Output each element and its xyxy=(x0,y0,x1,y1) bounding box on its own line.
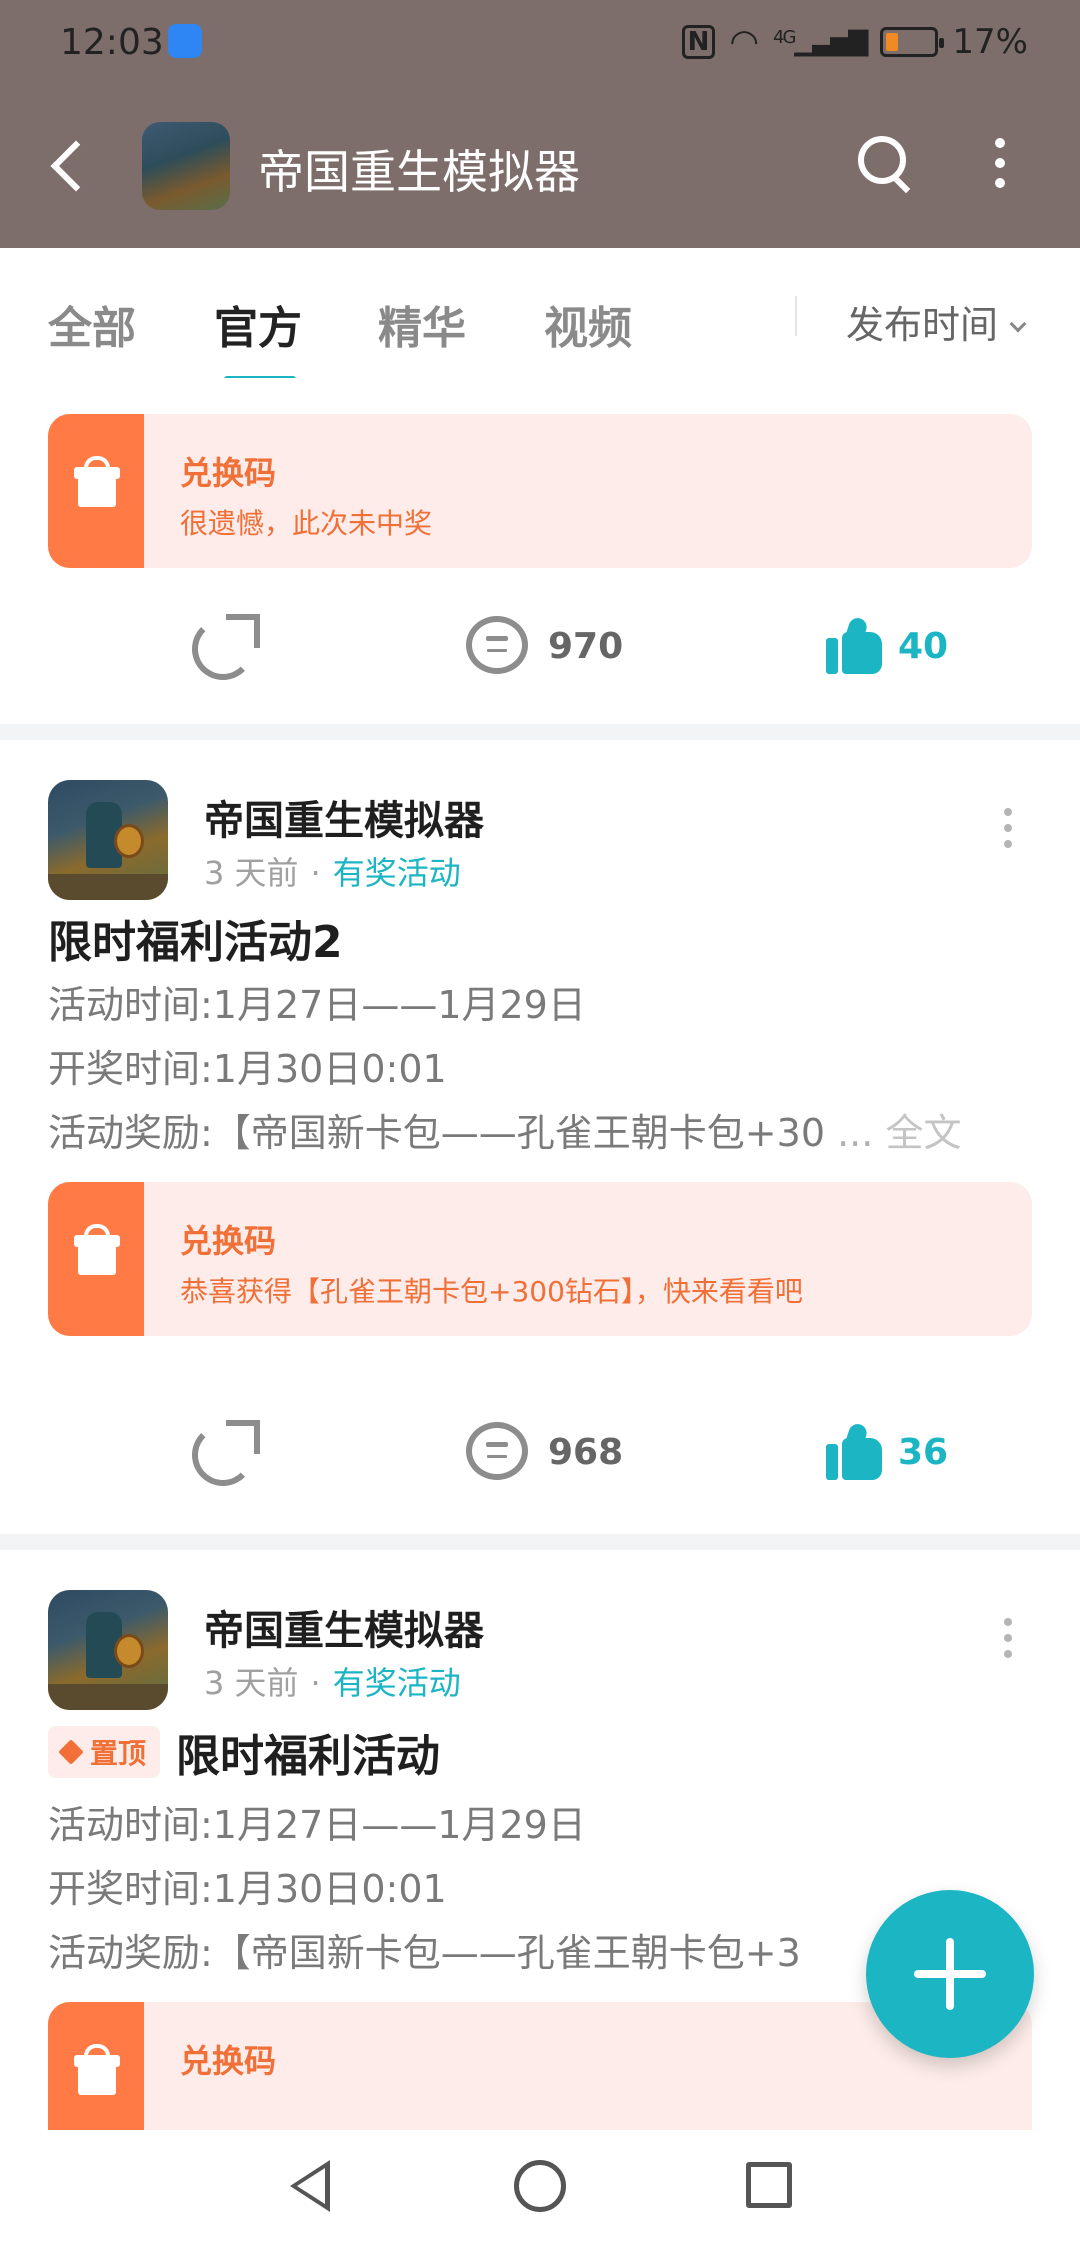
app-header: 帝国重生模拟器 xyxy=(0,86,1080,248)
chevron-down-icon xyxy=(1009,315,1027,333)
tab-official[interactable]: 官方 xyxy=(214,292,302,356)
status-bar: 12:03 N ◠ 4G▁▃▅▇ 17% xyxy=(0,0,1080,86)
status-right: N ◠ 4G▁▃▅▇ 17% xyxy=(681,22,1028,62)
post-tag[interactable]: 有奖活动 xyxy=(333,854,461,892)
post-actions: 968 36 xyxy=(0,1410,1080,1500)
prize-title: 兑换码 xyxy=(180,454,277,492)
post-body-line: 活动奖励:【帝国新卡包——孔雀王朝卡包+30 ... 全文 xyxy=(48,1111,962,1155)
signal-icon: 4G▁▃▅▇ xyxy=(773,27,868,57)
prize-title: 兑换码 xyxy=(180,2042,277,2080)
tab-video[interactable]: 视频 xyxy=(544,292,632,356)
game-logo[interactable] xyxy=(142,122,230,210)
tab-bar: 全部 官方 精华 视频 发布时间 xyxy=(0,248,1080,382)
post-time: 3 天前 xyxy=(204,854,299,892)
more-options-icon[interactable] xyxy=(990,138,1010,198)
like-icon[interactable] xyxy=(826,1421,882,1480)
tab-featured[interactable]: 精华 xyxy=(378,292,466,356)
wifi-icon: ◠ xyxy=(729,22,760,62)
gift-icon xyxy=(48,2002,144,2130)
tab-separator xyxy=(795,296,797,336)
post-body-line: 开奖时间:1月30日0:01 xyxy=(48,1867,447,1911)
comment-count[interactable]: 970 xyxy=(548,626,623,667)
comment-count[interactable]: 968 xyxy=(548,1432,623,1473)
status-time: 12:03 xyxy=(60,22,164,63)
pin-icon xyxy=(58,1739,84,1765)
top-bar: 12:03 N ◠ 4G▁▃▅▇ 17% 帝国重生模拟器 xyxy=(0,0,1080,248)
post-more-icon[interactable] xyxy=(1004,808,1014,848)
full-text-link[interactable]: 全文 xyxy=(885,1111,961,1155)
like-count[interactable]: 40 xyxy=(898,626,948,667)
like-icon[interactable] xyxy=(826,615,882,674)
post-body-line: 活动时间:1月27日——1月29日 xyxy=(48,1803,586,1847)
author-name[interactable]: 帝国重生模拟器 xyxy=(204,788,484,846)
post-time: 3 天前 xyxy=(204,1664,299,1702)
create-post-button[interactable] xyxy=(866,1890,1034,2058)
nfc-icon: N xyxy=(681,25,716,59)
sort-label: 发布时间 xyxy=(846,303,999,347)
post-feed[interactable]: 兑换码 很遗憾，此次未中奖 970 40 帝国重生模拟器 3 天前 · 有奖活动 限… xyxy=(0,378,1080,2130)
pinned-badge: 置顶 xyxy=(48,1726,161,1778)
comment-icon[interactable] xyxy=(466,1422,528,1480)
nav-recents-icon[interactable] xyxy=(746,2162,792,2208)
tab-all[interactable]: 全部 xyxy=(48,292,136,356)
post-body-line: 活动奖励:【帝国新卡包——孔雀王朝卡包+3 xyxy=(48,1931,801,1975)
post-tag[interactable]: 有奖活动 xyxy=(333,1664,461,1702)
post-body-line: 开奖时间:1月30日0:01 xyxy=(48,1047,447,1091)
prize-card[interactable]: 兑换码 恭喜获得【孔雀王朝卡包+300钻石】，快来看看吧 xyxy=(48,1182,1032,1336)
sort-dropdown[interactable]: 发布时间 xyxy=(846,294,1027,349)
post-meta: 3 天前 · 有奖活动 xyxy=(204,1664,461,1702)
author-name[interactable]: 帝国重生模拟器 xyxy=(204,1598,484,1656)
nav-home-icon[interactable] xyxy=(514,2160,566,2212)
nav-back-icon[interactable] xyxy=(290,2160,330,2212)
gift-icon xyxy=(48,1182,144,1336)
post-body-line: 活动时间:1月27日——1月29日 xyxy=(48,983,586,1027)
system-nav-bar xyxy=(0,2130,1080,2244)
post-meta: 3 天前 · 有奖活动 xyxy=(204,854,461,892)
post-card[interactable]: 帝国重生模拟器 3 天前 · 有奖活动 限时福利活动2 活动时间:1月27日——1月… xyxy=(0,740,1080,1534)
page-title: 帝国重生模拟器 xyxy=(258,145,580,199)
search-icon[interactable] xyxy=(856,134,916,194)
notification-app-icon xyxy=(168,24,202,58)
prize-title: 兑换码 xyxy=(180,1222,277,1260)
comment-icon[interactable] xyxy=(466,616,528,674)
gift-icon xyxy=(48,414,144,568)
prize-desc: 恭喜获得【孔雀王朝卡包+300钻石】，快来看看吧 xyxy=(180,1275,803,1308)
post-actions: 970 40 xyxy=(0,604,1080,694)
divider xyxy=(0,1534,1080,1550)
author-avatar[interactable] xyxy=(48,780,168,900)
post-more-icon[interactable] xyxy=(1004,1618,1014,1658)
battery-icon xyxy=(880,27,945,57)
post-card: 兑换码 很遗憾，此次未中奖 970 40 xyxy=(0,378,1080,724)
divider xyxy=(0,724,1080,740)
like-count[interactable]: 36 xyxy=(898,1432,948,1473)
post-title[interactable]: 置顶 限时福利活动 xyxy=(48,1720,440,1784)
post-title[interactable]: 限时福利活动2 xyxy=(48,906,343,970)
author-avatar[interactable] xyxy=(48,1590,168,1710)
battery-percent: 17% xyxy=(952,22,1028,62)
prize-desc: 很遗憾，此次未中奖 xyxy=(180,507,433,540)
prize-card[interactable]: 兑换码 很遗憾，此次未中奖 xyxy=(48,414,1032,568)
back-button[interactable] xyxy=(40,126,92,206)
